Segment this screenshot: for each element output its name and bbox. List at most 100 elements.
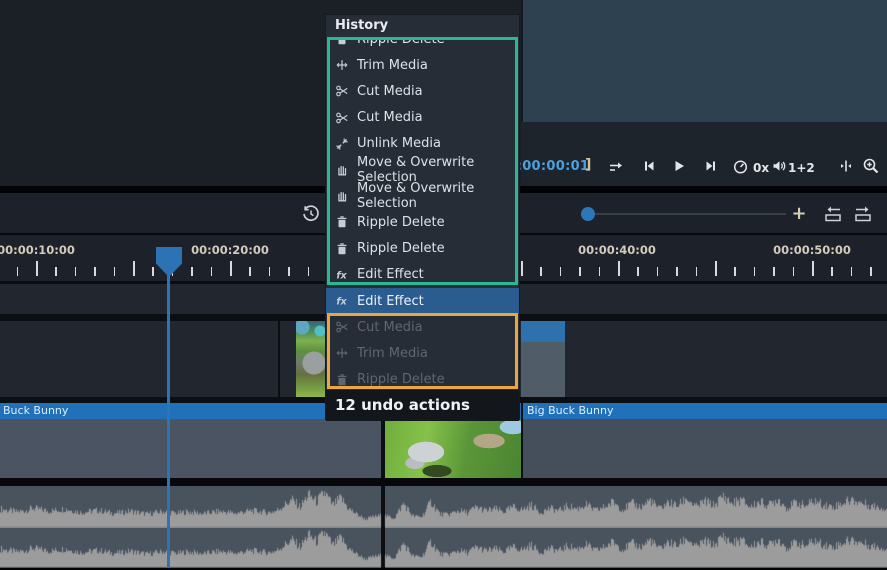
track-gap (0, 478, 887, 486)
ruler-tick (114, 267, 116, 276)
ruler-tick (249, 267, 251, 276)
transport-bar (521, 122, 887, 186)
timeline-zoom-slider-thumb[interactable] (581, 207, 595, 221)
trash-icon (335, 215, 350, 230)
history-item-label: Trim Media (357, 58, 428, 73)
clip-title-bar: Big Buck Bunny (523, 403, 887, 419)
skip-previous-icon[interactable] (641, 158, 657, 174)
history-item[interactable]: Cut Media (326, 78, 519, 104)
clip-label: Buck Bunny (0, 404, 68, 417)
svg-text:fx: fx (336, 270, 347, 281)
history-item[interactable]: Move & Overwrite Selection (326, 157, 519, 183)
ruler-tick (657, 267, 659, 276)
overwrite-track-icon[interactable] (851, 205, 875, 227)
ruler-tick (288, 267, 290, 276)
ruler-tick (870, 267, 872, 276)
history-item[interactable]: Unlink Media (326, 131, 519, 157)
clip-title-bar: Buck Bunny (0, 403, 381, 419)
history-item[interactable]: fx Edit Effect (326, 262, 519, 288)
ruler-tick (211, 267, 213, 276)
clip-body (0, 419, 381, 478)
ruler-tick (696, 267, 698, 276)
audio-channels-label: 1+2 (788, 161, 815, 175)
history-item[interactable]: Ripple Delete (326, 236, 519, 262)
trim-icon (335, 58, 350, 73)
history-panel: Ripple Delete Trim Media Cut Media Cut Medi… (325, 14, 520, 420)
ruler-tick (230, 261, 232, 276)
fx-icon: fx (335, 267, 350, 282)
history-item-label: Cut Media (357, 84, 423, 99)
video-clip-selected[interactable] (521, 321, 565, 397)
ruler-tick (152, 267, 154, 276)
ruler-tick (793, 267, 795, 276)
clip-label: Big Buck Bunny (523, 404, 614, 417)
play-icon[interactable] (671, 158, 687, 174)
trash-icon (335, 372, 350, 387)
ruler-tick (715, 261, 717, 276)
clip-boundary (278, 321, 280, 397)
ruler-tick (579, 267, 581, 276)
playback-speed-icon[interactable] (732, 158, 749, 175)
ruler-tick (734, 267, 736, 276)
ruler-tick (521, 261, 523, 276)
clip-header (521, 321, 565, 342)
history-item[interactable]: Move & Overwrite Selection (326, 183, 519, 209)
video-editor-app: 00:00:00:01 ] 0x 1+2 + 00:00:10:0000:00:… (0, 0, 887, 570)
ruler-tick (308, 267, 310, 276)
history-item-label: Trim Media (357, 346, 428, 361)
ruler-tick (676, 267, 678, 276)
ruler-time-label: 00:00:40:00 (578, 243, 656, 257)
ruler-tick (94, 267, 96, 276)
history-item-label: Ripple Delete (357, 215, 445, 230)
audio-waveform (0, 486, 887, 568)
history-item[interactable]: Trim Media (326, 340, 519, 366)
history-item-label: Edit Effect (357, 294, 424, 309)
history-item-label: Unlink Media (357, 136, 441, 151)
history-item-label: Cut Media (357, 110, 423, 125)
fx-icon: fx (335, 294, 350, 309)
out-point-icon[interactable]: ] (585, 157, 591, 173)
history-item[interactable]: Cut Media (326, 105, 519, 131)
append-clip-button[interactable]: + (789, 203, 809, 225)
unlink-icon (335, 136, 350, 151)
ruler-tick (637, 267, 639, 276)
timeline-zoom-slider-track[interactable] (588, 213, 786, 215)
history-item[interactable]: fx Edit Effect (326, 288, 519, 314)
trash-icon (335, 241, 350, 256)
history-panel-title: History (326, 15, 519, 37)
audio-channels-icon[interactable] (771, 158, 787, 174)
ruler-time-label: 00:00:50:00 (773, 243, 851, 257)
history-item-label: Edit Effect (357, 267, 424, 282)
loop-playback-icon[interactable] (607, 158, 625, 174)
insert-track-icon[interactable] (821, 205, 845, 227)
history-list: Ripple Delete Trim Media Cut Media Cut Medi… (326, 15, 519, 419)
scrub-while-dragging-icon[interactable] (838, 158, 854, 174)
history-item[interactable]: Ripple Delete (326, 367, 519, 393)
skip-next-icon[interactable] (703, 158, 719, 174)
video-clip-buck-bunny[interactable]: Buck Bunny (0, 403, 381, 478)
undo-actions-count: 12 undo actions (326, 390, 519, 421)
ruler-tick (851, 267, 853, 276)
ruler-tick (55, 267, 57, 276)
history-item-label: Cut Media (357, 320, 423, 335)
history-item-label: Ripple Delete (357, 372, 445, 387)
clip-body (521, 342, 565, 397)
hand-icon (335, 189, 350, 204)
history-item[interactable]: Cut Media (326, 314, 519, 340)
zoom-in-icon[interactable] (862, 157, 880, 175)
history-item[interactable]: Ripple Delete (326, 209, 519, 235)
history-item[interactable]: Trim Media (326, 52, 519, 78)
clip-body (523, 419, 887, 478)
audio-track[interactable] (0, 486, 887, 568)
playback-speed-label: 0x (753, 161, 769, 175)
clip-body (385, 419, 521, 478)
ruler-tick (191, 267, 193, 276)
video-clip-big-buck-bunny[interactable]: Big Buck Bunny (523, 403, 887, 478)
history-icon[interactable] (301, 204, 321, 228)
scissors-icon (335, 84, 350, 99)
ruler-tick (75, 267, 77, 276)
svg-text:fx: fx (336, 297, 347, 308)
ruler-tick (36, 261, 38, 276)
ruler-tick (133, 261, 135, 276)
ruler-time-label: 00:00:20:00 (191, 243, 269, 257)
